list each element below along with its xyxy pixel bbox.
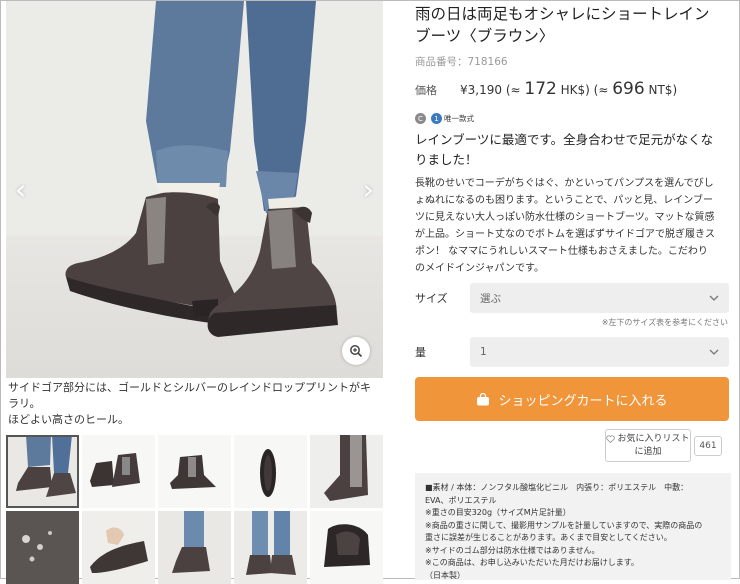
- sku-value: 718166: [467, 56, 508, 68]
- caption-line: サイドゴア部分には、ゴールドとシルバーのレインドロッププリントがキラリ。: [8, 381, 371, 410]
- lead-line: レインブーツに最適です。全身合わせで足元がなくな: [415, 132, 714, 147]
- thumbnail-7[interactable]: [82, 511, 155, 584]
- favorites-label-line2: に追加: [634, 446, 662, 457]
- spec-line: EVA、ポリエステル: [425, 495, 497, 505]
- thumbnail-8[interactable]: [158, 511, 231, 584]
- quantity-row: 量 1: [415, 337, 729, 367]
- unique-badge-icon: 1: [431, 113, 442, 124]
- thumbnail-2[interactable]: [82, 435, 155, 508]
- price-ntd: 696: [612, 79, 645, 99]
- thumbnail-9[interactable]: [234, 511, 307, 584]
- description-line: が上品。ショート丈なのでボトムを選ばずサイドゴアで脱ぎ履きス: [415, 229, 715, 240]
- description-line: ポン！ なママにうれしいスマート仕様もおさえました。こだわり: [415, 246, 708, 257]
- prev-image-button[interactable]: ‹: [15, 173, 26, 206]
- unique-style-badge: 1 唯一款式: [431, 113, 474, 124]
- description: 長靴のせいでコーデがちぐはぐ、かといってパンプスを選んでびし ょぬれになるのも困…: [415, 175, 731, 277]
- sku-label: 商品番号：: [415, 56, 468, 68]
- description-line: ょぬれになるのも困ります。ということで、パッと見、レインブー: [415, 195, 713, 206]
- caption-line: ほどよい高さのヒール。: [8, 413, 129, 426]
- chevron-down-icon: [709, 295, 719, 301]
- description-line: のメイドインジャパンです。: [415, 263, 544, 274]
- add-to-cart-button[interactable]: ショッピングカートに入れる: [415, 377, 729, 421]
- quantity-select-value: 1: [480, 346, 487, 358]
- add-to-cart-label: ショッピングカートに入れる: [498, 393, 668, 409]
- description-line: ツに見えない大人っぽい防水仕様のショートブーツ。マットな質感: [415, 212, 715, 223]
- spec-line: ※サイドのゴム部分は防水仕様ではありません。: [425, 545, 600, 555]
- price-yen: ¥3,190: [460, 83, 502, 97]
- heart-icon: [606, 435, 616, 443]
- zoom-button[interactable]: [342, 337, 370, 365]
- size-row: サイズ 選ぶ: [415, 283, 729, 313]
- thumbnail-10[interactable]: [310, 511, 383, 584]
- chevron-right-icon: ›: [362, 173, 374, 206]
- size-label: サイズ: [415, 292, 448, 305]
- unique-badge-label: 唯一款式: [444, 114, 474, 123]
- chevron-down-icon: [709, 349, 719, 355]
- product-info: 雨の日は両足もオシャレにショートレイン ブーツ〈ブラウン〉 商品番号：71816…: [415, 1, 731, 580]
- zoom-in-icon: [350, 345, 363, 358]
- spec-line: ※商品の重さに関して、撮影用サンプルを計量していますので、実際の商品の: [425, 520, 703, 530]
- price-label: 価格: [415, 84, 437, 97]
- favorites-label-line1: お気に入りリスト: [617, 433, 690, 444]
- product-title: 雨の日は両足もオシャレにショートレイン ブーツ〈ブラウン〉: [415, 3, 731, 47]
- title-line: ブーツ〈ブラウン〉: [415, 27, 555, 45]
- spec-line: ■素材 / 本体：ノンフタル酸塩化ビニル 内張り：ポリエステル 中敷：: [425, 483, 689, 492]
- spec-box: ■素材 / 本体：ノンフタル酸塩化ビニル 内張り：ポリエステル 中敷： EVA、…: [415, 473, 731, 580]
- image-caption: サイドゴア部分には、ゴールドとシルバーのレインドロッププリントがキラリ。 ほどよ…: [8, 380, 380, 428]
- favorite-area: お気に入りリスト に追加 461: [605, 429, 722, 462]
- spec-line: ※重さの目安320g（サイズM片足計量）: [425, 508, 571, 517]
- spec-line: （日本製）: [425, 570, 465, 580]
- thumbnail-3[interactable]: [158, 435, 231, 508]
- product-gallery: ‹ › サイドゴア部分には、ゴールドとシルバーのレインドロッププリントがキラリ。…: [6, 1, 383, 584]
- quantity-select[interactable]: 1: [470, 337, 729, 367]
- sku-row: 商品番号：718166: [415, 54, 731, 69]
- spec-line: ※この商品は、お申し込みいただいた月だけお届けします。: [425, 558, 639, 567]
- favorites-count: 461: [694, 435, 722, 456]
- price-row: 価格 ¥3,190 (≈ 172 HK$) (≈ 696 NT$): [415, 79, 731, 99]
- thumbnail-4[interactable]: [234, 435, 307, 508]
- size-select-value: 選ぶ: [480, 292, 501, 305]
- shopping-bag-icon: [477, 392, 490, 405]
- size-select[interactable]: 選ぶ: [470, 283, 729, 313]
- description-line: 長靴のせいでコーデがちぐはぐ、かといってパンプスを選んでびし: [415, 178, 714, 189]
- lead-text: レインブーツに最適です。全身合わせで足元がなくな りました！: [415, 130, 731, 170]
- price: ¥3,190 (≈ 172 HK$) (≈ 696 NT$): [460, 79, 678, 99]
- spec-line: 重さに誤差が生じることがあります。あくまで目安としてください。: [425, 533, 672, 542]
- thumbnail-strip: [6, 435, 383, 584]
- size-note: ※左下のサイズ表を参考にください: [601, 318, 728, 327]
- main-product-photo[interactable]: ‹ ›: [6, 1, 383, 378]
- thumbnail-5[interactable]: [310, 435, 383, 508]
- price-hkd: 172: [524, 79, 557, 99]
- c-badge-icon: C: [415, 113, 426, 124]
- badge-row: C 1 唯一款式: [415, 113, 731, 124]
- boots-photo-illustration: [65, 1, 338, 337]
- thumbnail-6[interactable]: [6, 511, 79, 584]
- quantity-label: 量: [415, 346, 426, 359]
- lead-line: りました！: [415, 152, 478, 167]
- title-line: 雨の日は両足もオシャレにショートレイン: [415, 5, 710, 23]
- chevron-left-icon: ‹: [15, 173, 27, 206]
- thumbnail-1[interactable]: [6, 435, 79, 508]
- add-to-favorites-button[interactable]: お気に入りリスト に追加: [605, 429, 691, 462]
- next-image-button[interactable]: ›: [363, 173, 374, 206]
